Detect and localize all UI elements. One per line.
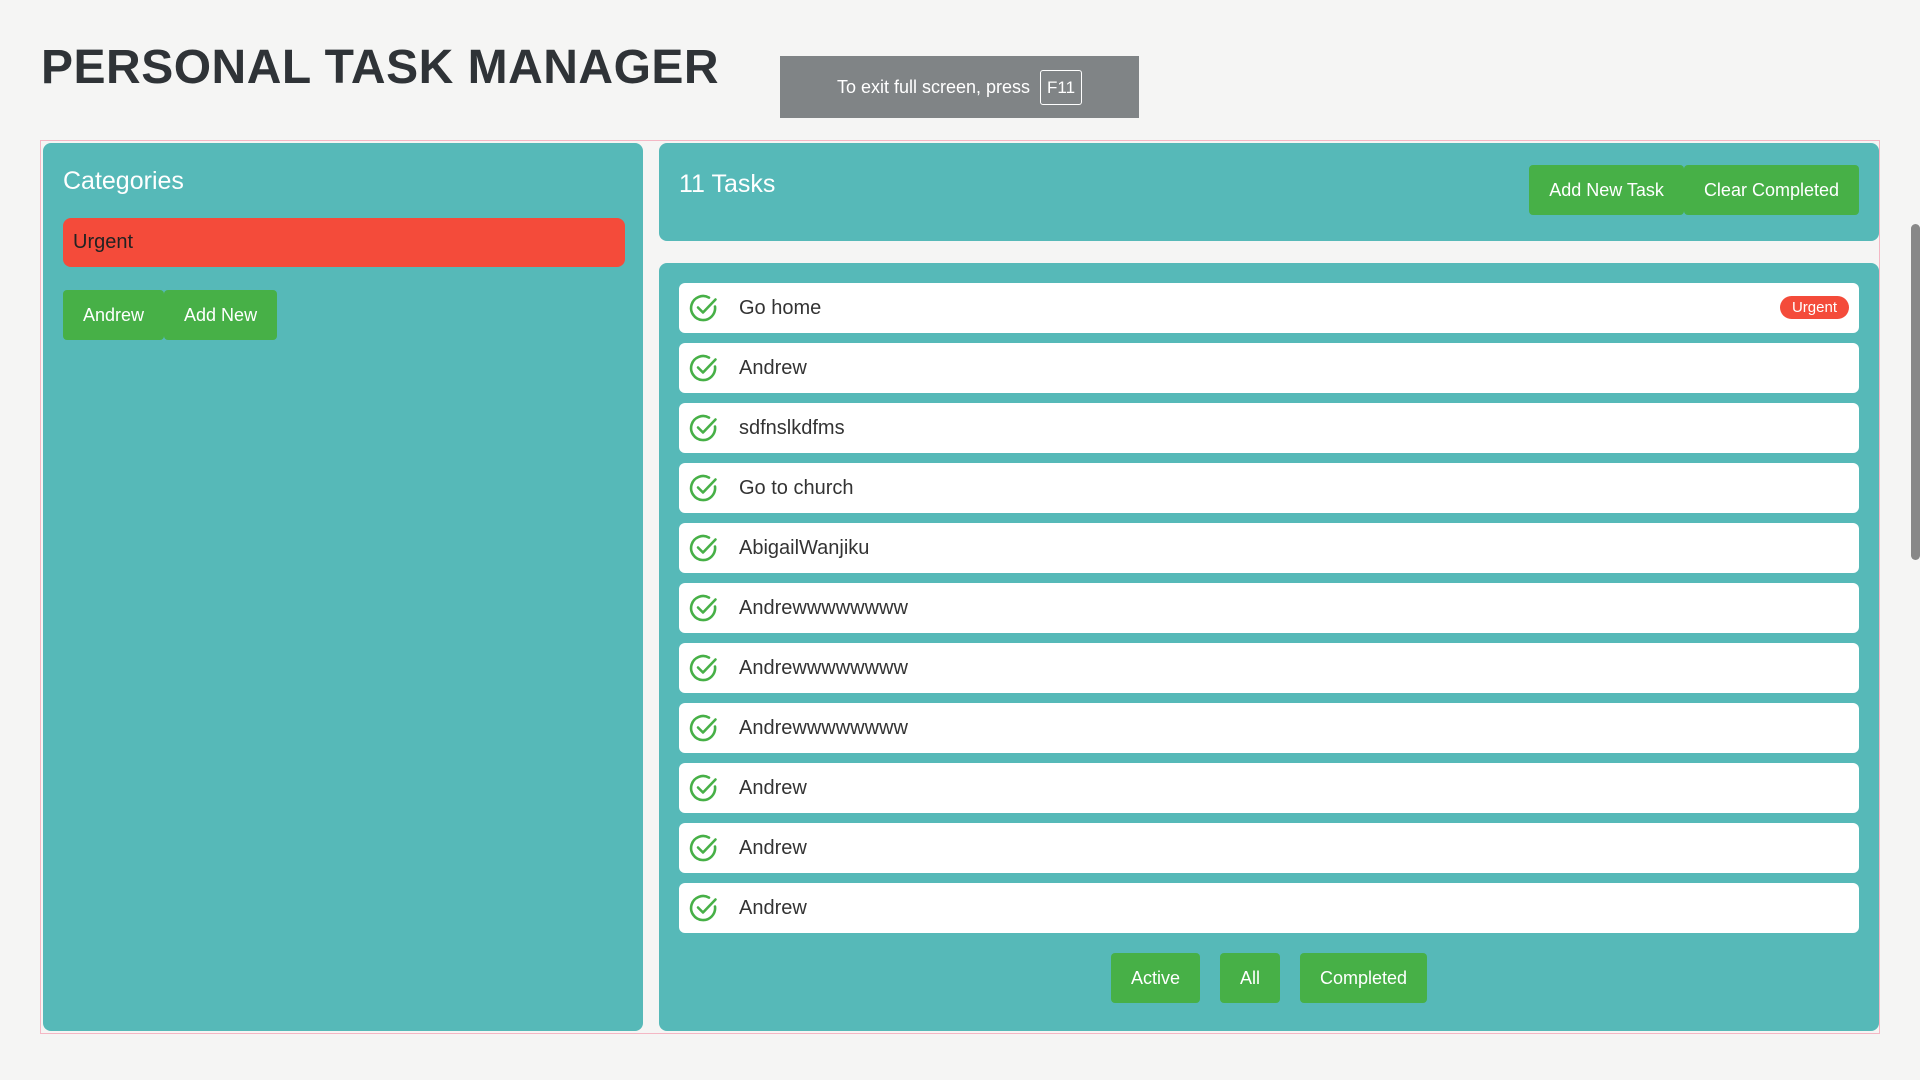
tasks-header: 11 Tasks Add New Task Clear Completed: [659, 143, 1879, 241]
check-circle-icon[interactable]: [689, 713, 719, 743]
task-text: Go home: [739, 296, 822, 319]
task-item[interactable]: Andrew: [679, 823, 1859, 873]
filter-active-button[interactable]: Active: [1110, 953, 1200, 1003]
category-andrew-button[interactable]: Andrew: [63, 290, 165, 340]
task-item[interactable]: Andrew: [679, 883, 1859, 933]
task-actions: Add New Task Clear Completed: [1529, 165, 1859, 215]
task-board: Categories Urgent Andrew Add New 11 Task…: [40, 140, 1880, 1034]
check-circle-icon[interactable]: [689, 653, 719, 683]
task-item[interactable]: Go home Urgent: [679, 283, 1859, 333]
task-item[interactable]: Andrew: [679, 343, 1859, 393]
check-circle-icon[interactable]: [689, 893, 719, 923]
categories-panel: Categories Urgent Andrew Add New: [43, 143, 643, 1031]
check-circle-icon[interactable]: [689, 593, 719, 623]
add-new-task-button[interactable]: Add New Task: [1529, 165, 1684, 215]
filter-all-button[interactable]: All: [1219, 953, 1280, 1003]
task-item[interactable]: Andrewwwwwwww: [679, 583, 1859, 633]
task-text: Andrewwwwwwww: [739, 656, 908, 679]
task-text: Andrew: [739, 776, 807, 799]
task-list: Go home Urgent Andrew sdfnslkdfms Go to …: [679, 283, 1859, 943]
categories-title: Categories: [63, 167, 184, 195]
urgent-badge: Urgent: [1779, 296, 1849, 319]
check-circle-icon[interactable]: [689, 353, 719, 383]
f11-key-hint: F11: [1040, 69, 1083, 105]
page-title: PERSONAL TASK MANAGER: [41, 41, 720, 94]
tasks-panel: Go home Urgent Andrew sdfnslkdfms Go to …: [659, 263, 1879, 1031]
task-text: Go to church: [739, 476, 854, 499]
check-circle-icon[interactable]: [689, 293, 719, 323]
clear-completed-button[interactable]: Clear Completed: [1683, 165, 1859, 215]
fullscreen-notice-text: To exit full screen, press: [836, 76, 1031, 97]
check-circle-icon[interactable]: [689, 473, 719, 503]
fullscreen-notice: To exit full screen, press F11: [780, 56, 1139, 118]
check-circle-icon[interactable]: [689, 533, 719, 563]
category-item-urgent[interactable]: Urgent: [63, 218, 625, 267]
task-item[interactable]: AbigailWanjiku: [679, 523, 1859, 573]
app-page: PERSONAL TASK MANAGER To exit full scree…: [0, 0, 1920, 1080]
task-text: Andrew: [739, 896, 807, 919]
task-text: Andrewwwwwwww: [739, 596, 908, 619]
check-circle-icon[interactable]: [689, 413, 719, 443]
check-circle-icon[interactable]: [689, 833, 719, 863]
task-text: AbigailWanjiku: [739, 536, 870, 559]
task-item[interactable]: Andrewwwwwwww: [679, 643, 1859, 693]
check-circle-icon[interactable]: [689, 773, 719, 803]
task-text: Andrew: [739, 356, 807, 379]
scrollbar-thumb[interactable]: [1911, 224, 1920, 560]
task-item[interactable]: Andrew: [679, 763, 1859, 813]
task-count: 11 Tasks: [679, 170, 776, 198]
task-text: Andrewwwwwwww: [739, 716, 908, 739]
task-item[interactable]: Andrewwwwwwww: [679, 703, 1859, 753]
task-text: Andrew: [739, 836, 807, 859]
task-item[interactable]: Go to church: [679, 463, 1859, 513]
task-text: sdfnslkdfms: [739, 416, 845, 439]
task-filters: Active All Completed: [659, 953, 1879, 1003]
category-buttons: Andrew Add New: [63, 290, 278, 340]
add-category-button[interactable]: Add New: [164, 290, 278, 340]
task-item[interactable]: sdfnslkdfms: [679, 403, 1859, 453]
filter-completed-button[interactable]: Completed: [1300, 953, 1428, 1003]
